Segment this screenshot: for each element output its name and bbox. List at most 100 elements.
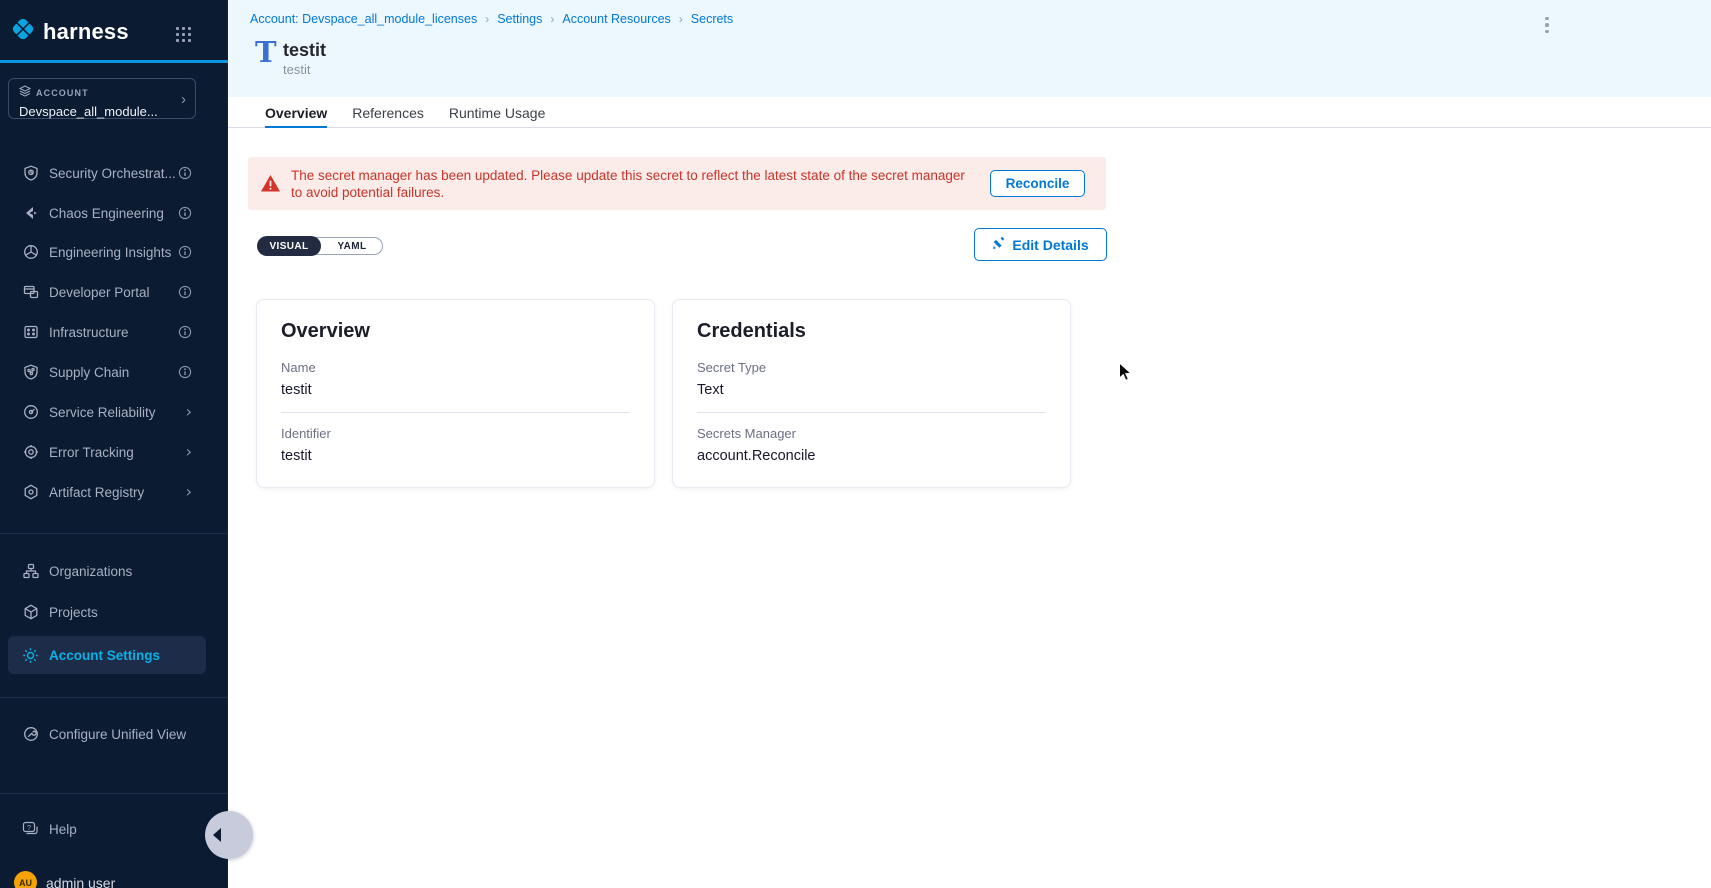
sidebar-item-organizations[interactable]: Organizations <box>8 557 206 585</box>
account-label: ACCOUNT <box>36 88 89 98</box>
sidebar-divider <box>0 533 228 534</box>
wrench-circle-icon <box>22 726 39 743</box>
gear-icon <box>22 647 39 664</box>
layers-icon <box>19 84 31 102</box>
sidebar-item-engineering-insights[interactable]: Engineering Insights <box>8 238 206 266</box>
account-name: Devspace_all_module... <box>19 104 185 119</box>
sidebar-item-label: Security Orchestrat... <box>49 166 178 181</box>
info-icon[interactable] <box>178 285 192 299</box>
divider <box>697 412 1046 413</box>
insights-icon <box>22 244 39 261</box>
toggle-option-yaml[interactable]: YAML <box>321 237 383 255</box>
sidebar-item-label: Service Reliability <box>49 405 186 420</box>
sidebar-item-developer-portal[interactable]: Developer Portal <box>8 278 206 306</box>
reconcile-button[interactable]: Reconcile <box>990 170 1085 197</box>
field-label: Secret Type <box>697 360 1046 375</box>
avatar: AU <box>14 871 37 888</box>
chaos-icon <box>22 205 39 222</box>
page-title: testit <box>283 40 326 61</box>
toggle-option-visual[interactable]: VISUAL <box>257 236 321 256</box>
breadcrumb: Account: Devspace_all_module_licenses › … <box>250 12 733 26</box>
card-title: Overview <box>281 320 630 343</box>
sidebar-item-help[interactable]: ? Help <box>8 815 206 843</box>
secret-manager-warning-banner: The secret manager has been updated. Ple… <box>248 157 1106 210</box>
sidebar-item-artifact-registry[interactable]: Artifact Registry › <box>8 478 206 506</box>
sidebar-item-security-orchestration[interactable]: Security Orchestrat... <box>8 159 206 187</box>
sidebar-item-configure-unified-view[interactable]: Configure Unified View <box>8 720 206 748</box>
field-label: Identifier <box>281 426 630 441</box>
breadcrumb-link-secrets[interactable]: Secrets <box>691 12 733 26</box>
sidebar-divider <box>0 697 228 698</box>
chevron-right-icon: › <box>679 12 683 26</box>
sidebar-item-label: Error Tracking <box>49 445 186 460</box>
main-content: Account: Devspace_all_module_licenses › … <box>228 0 1711 888</box>
sidebar-item-service-reliability[interactable]: Service Reliability › <box>8 398 206 426</box>
info-icon[interactable] <box>178 206 192 220</box>
sidebar-item-label: Projects <box>49 605 192 620</box>
sidebar-item-label: Help <box>49 822 192 837</box>
apps-grid-icon[interactable] <box>176 27 194 45</box>
chevron-right-icon: › <box>186 484 192 500</box>
sidebar-item-supply-chain[interactable]: Supply Chain <box>8 358 206 386</box>
breadcrumb-link-account-resources[interactable]: Account Resources <box>562 12 670 26</box>
card-title: Credentials <box>697 320 1046 343</box>
sidebar-item-label: Organizations <box>49 564 192 579</box>
user-menu[interactable]: AU admin user <box>14 871 115 888</box>
sidebar-item-account-settings[interactable]: Account Settings <box>8 636 206 674</box>
visual-yaml-toggle: YAML VISUAL <box>258 237 383 255</box>
help-chat-icon: ? <box>22 821 39 838</box>
sidebar-item-error-tracking[interactable]: Error Tracking › <box>8 438 206 466</box>
chevron-right-icon: › <box>550 12 554 26</box>
field-label: Name <box>281 360 630 375</box>
sidebar-item-label: Developer Portal <box>49 285 178 300</box>
info-icon[interactable] <box>178 365 192 379</box>
sidebar-item-projects[interactable]: Projects <box>8 598 206 626</box>
field-value: Text <box>697 382 1046 398</box>
field-label: Secrets Manager <box>697 426 1046 441</box>
info-icon[interactable] <box>178 166 192 180</box>
sidebar-item-label: Supply Chain <box>49 365 178 380</box>
chevron-left-icon <box>213 828 221 842</box>
tab-panel-overview: The secret manager has been updated. Ple… <box>228 128 1711 888</box>
shield-icon <box>22 165 39 182</box>
field-value: testit <box>281 382 630 398</box>
info-icon[interactable] <box>178 245 192 259</box>
hexagon-box-icon <box>22 484 39 501</box>
portal-icon <box>22 284 39 301</box>
info-icon[interactable] <box>178 325 192 339</box>
svg-text:?: ? <box>27 823 31 832</box>
harness-logo[interactable]: harness <box>10 16 129 47</box>
logo-text: harness <box>43 19 129 45</box>
divider <box>281 412 630 413</box>
sidebar-item-label: Artifact Registry <box>49 485 186 500</box>
tab-bar: Overview References Runtime Usage <box>228 97 1711 128</box>
sidebar-item-label: Account Settings <box>49 648 192 663</box>
cube-icon <box>22 604 39 621</box>
sidebar-divider <box>0 793 228 794</box>
page-header: Account: Devspace_all_module_licenses › … <box>228 0 1711 97</box>
sidebar-collapse-handle[interactable] <box>205 811 253 859</box>
sidebar-item-label: Infrastructure <box>49 325 178 340</box>
chevron-right-icon: › <box>181 91 186 108</box>
sidebar-item-label: Configure Unified View <box>49 727 192 742</box>
breadcrumb-link-settings[interactable]: Settings <box>497 12 542 26</box>
tab-overview[interactable]: Overview <box>265 97 327 128</box>
sidebar-accent-line <box>0 60 228 63</box>
warning-message: The secret manager has been updated. Ple… <box>291 167 965 201</box>
page-subtitle: testit <box>283 62 310 77</box>
tab-references[interactable]: References <box>352 97 424 128</box>
target-icon <box>22 444 39 461</box>
overview-card: Overview Name testit Identifier testit <box>256 299 655 488</box>
field-value: account.Reconcile <box>697 448 1046 464</box>
edit-details-button[interactable]: Edit Details <box>974 228 1107 261</box>
sidebar-item-chaos-engineering[interactable]: Chaos Engineering <box>8 199 206 227</box>
tab-runtime-usage[interactable]: Runtime Usage <box>449 97 546 128</box>
chevron-right-icon: › <box>186 444 192 460</box>
breadcrumb-link-account[interactable]: Account: Devspace_all_module_licenses <box>250 12 477 26</box>
reliability-icon <box>22 404 39 421</box>
supply-chain-icon <box>22 364 39 381</box>
kebab-menu-icon[interactable] <box>1538 14 1556 36</box>
user-name: admin user <box>46 875 115 888</box>
account-selector[interactable]: ACCOUNT Devspace_all_module... › <box>8 78 196 119</box>
sidebar-item-infrastructure[interactable]: Infrastructure <box>8 318 206 346</box>
